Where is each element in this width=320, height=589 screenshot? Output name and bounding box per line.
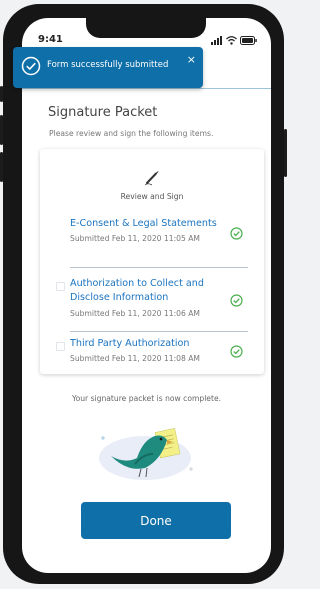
wifi-icon — [226, 35, 237, 45]
list-item-third-party[interactable]: Third Party Authorization Submitted Feb … — [40, 337, 264, 369]
item-checkbox[interactable] — [56, 282, 65, 291]
completion-message: Your signature packet is now complete. — [71, 394, 222, 403]
list-item-econsent[interactable]: E-Consent & Legal Statements Submitted F… — [40, 217, 264, 257]
battery-icon — [240, 35, 257, 45]
item-submitted: Submitted Feb 11, 2020 11:05 AM — [70, 234, 200, 243]
item-checkbox[interactable] — [56, 342, 65, 351]
check-circle-icon — [230, 227, 243, 240]
pen-icon — [144, 171, 159, 186]
check-circle-icon — [230, 294, 243, 307]
done-button[interactable]: Done — [81, 502, 231, 539]
signal-icon — [211, 35, 222, 45]
close-icon[interactable]: × — [187, 53, 196, 66]
phone-frame: 9:41 Signature Packet Please review and … — [0, 4, 287, 584]
item-title[interactable]: Authorization to Collect and — [70, 277, 204, 290]
page-title: Signature Packet — [48, 105, 158, 120]
item-divider — [70, 267, 248, 268]
item-submitted: Submitted Feb 11, 2020 11:08 AM — [70, 354, 200, 363]
phone-side-button — [284, 129, 287, 177]
toast-success: Form successfully submitted × — [13, 47, 203, 88]
card-heading: Review and Sign — [120, 192, 184, 201]
toast-message: Form successfully submitted — [47, 60, 169, 70]
list-item-authorization[interactable]: Authorization to Collect and Disclose In… — [40, 277, 264, 327]
bird-with-document-illustration — [99, 428, 193, 480]
item-title-line-2[interactable]: Disclose Information — [70, 291, 168, 304]
notch — [86, 18, 206, 38]
status-icons — [211, 35, 257, 45]
check-circle-icon — [21, 56, 41, 76]
item-title[interactable]: E-Consent & Legal Statements — [70, 217, 217, 230]
check-circle-icon — [230, 345, 243, 358]
phone-screen: 9:41 Signature Packet Please review and … — [22, 18, 271, 573]
status-time: 9:41 — [38, 34, 63, 45]
phone-side-button — [0, 115, 3, 145]
item-title[interactable]: Third Party Authorization — [70, 337, 189, 350]
review-card: Review and Sign E-Consent & Legal Statem… — [40, 149, 264, 374]
phone-side-button — [0, 86, 3, 102]
page-subtitle: Please review and sign the following ite… — [49, 129, 214, 138]
phone-side-button — [0, 152, 3, 182]
item-divider — [70, 331, 248, 332]
item-submitted: Submitted Feb 11, 2020 11:06 AM — [70, 309, 200, 318]
header-divider — [22, 88, 271, 89]
